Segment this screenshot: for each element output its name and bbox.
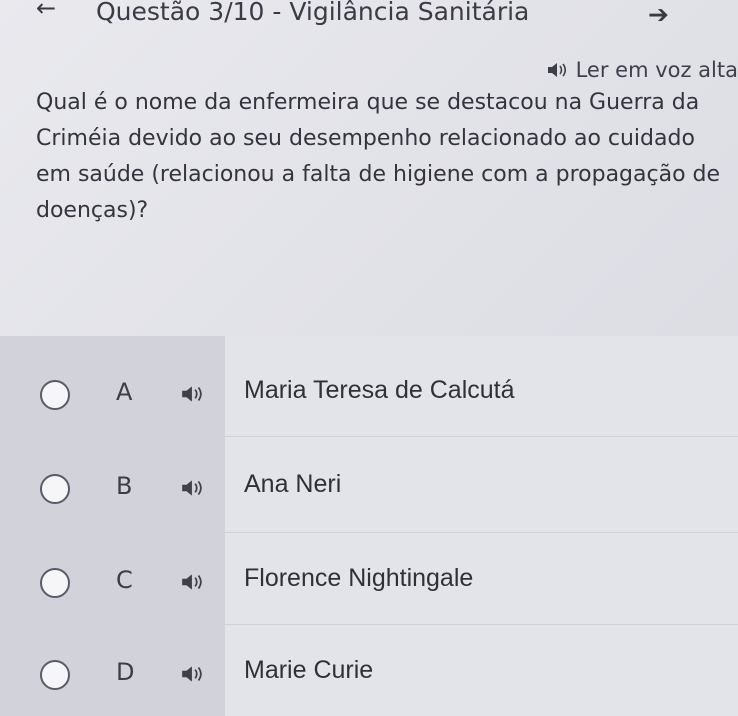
- options-list: A Maria Teresa de Calcutá B Ana Neri C F…: [0, 336, 738, 716]
- arrow-right-icon[interactable]: ➔: [648, 0, 669, 29]
- header-bar: ← Questão 3/10 - Vigilância Sanitária ➔: [0, 0, 738, 29]
- option-letter: A: [116, 378, 133, 406]
- option-letter: C: [116, 566, 133, 594]
- speaker-icon[interactable]: [180, 478, 206, 498]
- read-aloud-button[interactable]: Ler em voz alta: [546, 56, 738, 84]
- radio-button-d[interactable]: [40, 660, 70, 690]
- option-a[interactable]: A Maria Teresa de Calcutá: [0, 344, 738, 436]
- option-d[interactable]: D Marie Curie: [0, 624, 738, 716]
- option-b[interactable]: B Ana Neri: [0, 438, 738, 530]
- radio-button-c[interactable]: [40, 568, 70, 598]
- question-text: Qual é o nome da enfermeira que se desta…: [36, 90, 721, 223]
- option-letter: B: [116, 472, 133, 500]
- option-letter: D: [116, 658, 135, 686]
- question-title: Questão 3/10 - Vigilância Sanitária: [96, 0, 530, 26]
- option-text: Marie Curie: [244, 656, 374, 684]
- option-text: Ana Neri: [244, 470, 342, 498]
- speaker-icon: [547, 63, 566, 77]
- speaker-icon[interactable]: [180, 384, 206, 404]
- arrow-left-icon[interactable]: ←: [36, 0, 56, 22]
- option-divider: [225, 436, 738, 437]
- read-aloud-label: Ler em voz alta: [575, 58, 738, 82]
- speaker-icon[interactable]: [180, 572, 206, 592]
- option-text: Maria Teresa de Calcutá: [244, 376, 515, 404]
- radio-button-b[interactable]: [40, 474, 70, 504]
- speaker-icon[interactable]: [180, 664, 206, 684]
- radio-button-a[interactable]: [40, 380, 70, 410]
- option-text: Florence Nightingale: [244, 564, 474, 592]
- option-c[interactable]: C Florence Nightingale: [0, 532, 738, 624]
